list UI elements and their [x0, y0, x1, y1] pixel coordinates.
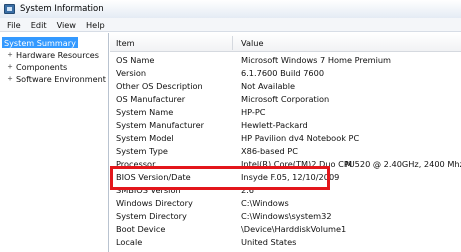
table-row[interactable]: System Directory C:\Windows\system32	[110, 210, 461, 223]
row-item: System Type	[116, 146, 168, 156]
sidebar-item-label: Hardware Resources	[16, 49, 99, 60]
sidebar-item-label: System Summary	[4, 37, 76, 48]
row-value: Hewlett-Packard	[241, 120, 308, 130]
sidebar-item-system-summary[interactable]: System Summary	[2, 37, 78, 48]
row-value: HP Pavilion dv4 Notebook PC	[241, 133, 360, 143]
sidebar-item-label: Software Environment	[16, 73, 106, 84]
sidebar-item-label: Components	[16, 61, 68, 72]
menu-help[interactable]: Help	[81, 20, 110, 30]
sidebar-item-software-environment[interactable]: + Software Environment	[6, 73, 106, 84]
row-value: C:\Windows	[241, 198, 289, 208]
row-item: Other OS Description	[116, 81, 203, 91]
expand-icon[interactable]: +	[6, 74, 14, 83]
table-row[interactable]: System Manufacturer Hewlett-Packard	[110, 119, 461, 132]
row-item: System Name	[116, 107, 174, 117]
row-value: United States	[241, 237, 297, 247]
menu-file[interactable]: File	[2, 20, 26, 30]
title-bar: System Information	[0, 0, 461, 18]
expand-icon[interactable]: +	[6, 62, 14, 71]
row-value: Microsoft Windows 7 Home Premium	[241, 55, 392, 65]
menu-edit[interactable]: Edit	[26, 20, 52, 30]
row-item: OS Manufacturer	[116, 94, 186, 104]
sidebar-item-components[interactable]: + Components	[6, 61, 68, 72]
table-row[interactable]: System Name HP-PC	[110, 106, 461, 119]
sidebar-tree: System Summary + Hardware Resources + Co…	[0, 33, 109, 252]
table-header: Item Value	[110, 33, 461, 52]
table-row[interactable]: Version 6.1.7600 Build 7600	[110, 67, 461, 80]
row-item: System Directory	[116, 211, 187, 221]
row-item: Locale	[116, 237, 143, 247]
row-value: C:\Windows\system32	[241, 211, 332, 221]
summary-table: Item Value OS Name Microsoft Windows 7 H…	[110, 33, 461, 252]
row-item: Windows Directory	[116, 198, 193, 208]
row-value: Microsoft Corporation	[241, 94, 330, 104]
table-row[interactable]: OS Name Microsoft Windows 7 Home Premium	[110, 54, 461, 67]
table-row[interactable]: Locale United States	[110, 236, 461, 249]
table-row[interactable]: System Type X86-based PC	[110, 145, 461, 158]
table-row[interactable]: OS Manufacturer Microsoft Corporation	[110, 93, 461, 106]
bios-highlight-box	[110, 166, 330, 190]
row-value: 6.1.7600 Build 7600	[241, 68, 325, 78]
row-item: OS Name	[116, 55, 155, 65]
menu-bar: File Edit View Help	[0, 18, 461, 32]
row-item: System Model	[116, 133, 174, 143]
sidebar-item-hardware-resources[interactable]: + Hardware Resources	[6, 49, 99, 60]
expand-icon[interactable]: +	[6, 50, 14, 59]
row-value: Not Available	[241, 81, 296, 91]
row-value: HP-PC	[241, 107, 266, 117]
system-information-icon	[4, 4, 15, 14]
row-value-continued: M 520 @ 2.40GHz, 2400 Mhz,	[345, 159, 461, 169]
table-row[interactable]: Other OS Description Not Available	[110, 80, 461, 93]
table-row[interactable]: Windows Directory C:\Windows	[110, 197, 461, 210]
row-value: \Device\HarddiskVolume1	[241, 224, 347, 234]
table-row[interactable]: System Model HP Pavilion dv4 Notebook PC	[110, 132, 461, 145]
column-divider[interactable]	[232, 36, 233, 50]
column-header-item[interactable]: Item	[116, 38, 135, 48]
column-header-value[interactable]: Value	[241, 38, 263, 48]
table-row[interactable]: Boot Device \Device\HarddiskVolume1	[110, 223, 461, 236]
row-item: System Manufacturer	[116, 120, 204, 130]
row-item: Boot Device	[116, 224, 166, 234]
row-item: Version	[116, 68, 147, 78]
menu-view[interactable]: View	[52, 20, 81, 30]
row-value: X86-based PC	[241, 146, 298, 156]
window-title: System Information	[20, 4, 104, 14]
